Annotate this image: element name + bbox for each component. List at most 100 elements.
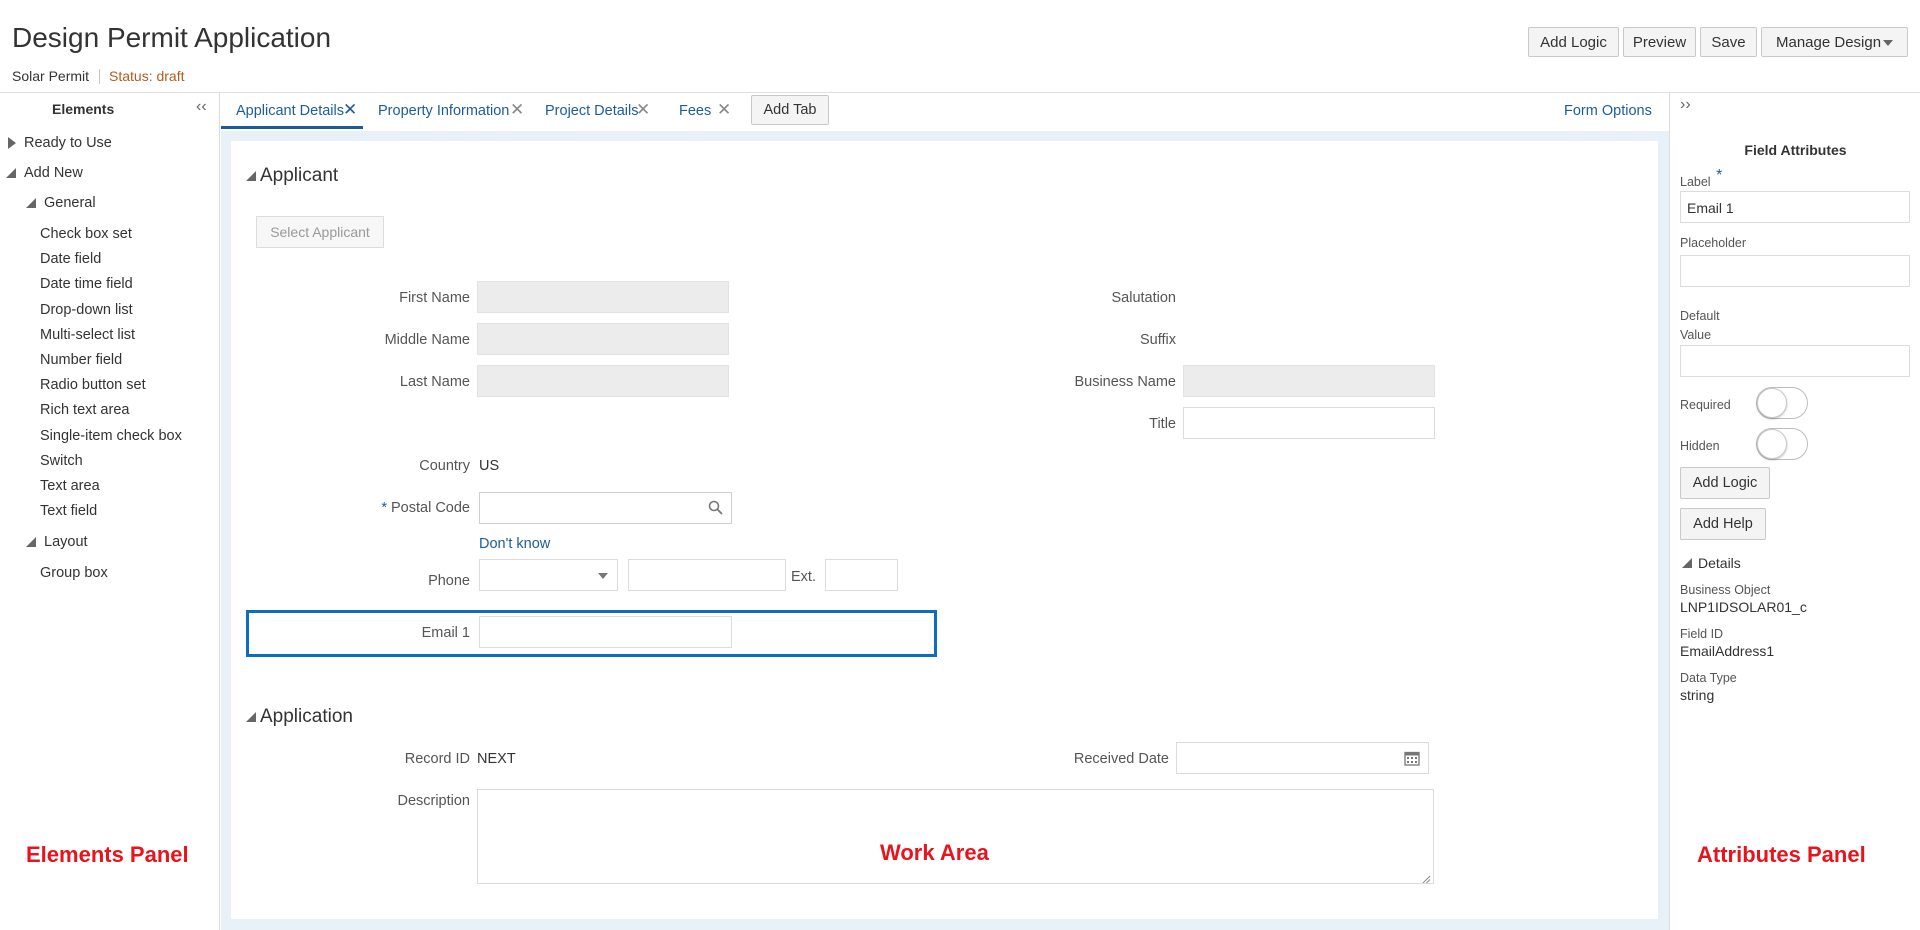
default-line-1: Default — [1680, 309, 1720, 323]
status-badge: Status: draft — [109, 68, 185, 84]
business-name-field[interactable] — [1183, 365, 1435, 397]
data-type-label: Data Type — [1680, 671, 1737, 685]
form-options-link[interactable]: Form Options — [1564, 103, 1652, 119]
last-name-field[interactable] — [477, 365, 729, 397]
email1-selected-container[interactable]: Email 1 — [246, 610, 937, 657]
element-date-field[interactable]: Date field — [40, 251, 101, 267]
add-logic-button[interactable]: Add Logic — [1528, 27, 1619, 57]
attr-default-value-input[interactable] — [1680, 345, 1910, 377]
tree-label: General — [44, 195, 96, 211]
elements-panel: Elements ‹‹ Ready to Use Add New General… — [0, 93, 220, 930]
tab-applicant-details[interactable]: Applicant Details ✕ — [221, 93, 363, 129]
chevron-down-icon — [598, 573, 608, 579]
save-button[interactable]: Save — [1700, 27, 1757, 57]
element-switch[interactable]: Switch — [40, 453, 83, 469]
required-toggle[interactable] — [1756, 387, 1808, 419]
attr-placeholder-label: Placeholder — [1680, 236, 1747, 250]
tab-fees[interactable]: Fees ✕ — [679, 93, 749, 129]
tree-label: Ready to Use — [24, 135, 112, 151]
attr-add-help-button[interactable]: Add Help — [1680, 508, 1766, 540]
element-text-area[interactable]: Text area — [40, 478, 100, 494]
close-icon[interactable]: ✕ — [636, 100, 650, 120]
required-mark: * — [381, 500, 387, 516]
field-id-value: EmailAddress1 — [1680, 643, 1775, 659]
close-icon[interactable]: ✕ — [717, 100, 731, 120]
close-icon[interactable]: ✕ — [510, 100, 524, 120]
field-id-label: Field ID — [1680, 627, 1724, 641]
tab-bar: Applicant Details ✕ Property Information… — [221, 93, 1669, 131]
close-icon[interactable]: ✕ — [343, 100, 357, 120]
tree-layout[interactable]: Layout — [26, 534, 88, 550]
calendar-icon[interactable] — [1404, 750, 1420, 766]
tree-ready-to-use[interactable]: Ready to Use — [8, 135, 112, 151]
ext-input[interactable] — [825, 559, 898, 591]
attr-details-header[interactable]: Details — [1682, 555, 1741, 571]
manage-design-label: Manage Design — [1776, 33, 1882, 51]
tab-property-information[interactable]: Property Information ✕ — [378, 93, 538, 129]
tree-add-new[interactable]: Add New — [6, 165, 83, 181]
section-title: Application — [260, 706, 353, 727]
received-date-input[interactable] — [1176, 742, 1429, 774]
details-title: Details — [1698, 555, 1741, 571]
email1-label: Email 1 — [421, 625, 470, 641]
element-multi-select-list[interactable]: Multi-select list — [40, 327, 135, 343]
select-applicant-button[interactable]: Select Applicant — [256, 216, 384, 248]
tree-label: Add New — [24, 165, 83, 181]
chevron-down-icon — [1883, 40, 1893, 46]
salutation-label: Salutation — [1111, 290, 1177, 306]
attr-placeholder-input[interactable] — [1680, 255, 1910, 287]
attr-add-logic-button[interactable]: Add Logic — [1680, 467, 1770, 499]
subtitle-divider — [99, 69, 100, 84]
preview-button[interactable]: Preview — [1623, 27, 1696, 57]
element-rich-text-area[interactable]: Rich text area — [40, 402, 129, 418]
page-title: Design Permit Application — [12, 22, 332, 53]
suffix-label: Suffix — [1139, 332, 1176, 348]
element-text-field[interactable]: Text field — [40, 503, 97, 519]
application-section-header[interactable]: Application — [246, 706, 353, 728]
toggle-knob — [1757, 388, 1787, 418]
annotation-work-area: Work Area — [880, 840, 989, 865]
phone-country-select[interactable] — [479, 559, 618, 591]
country-label: Country — [419, 458, 470, 474]
element-radio-button-set[interactable]: Radio button set — [40, 377, 146, 393]
work-area: Applicant Select Applicant First Name Mi… — [231, 141, 1658, 919]
caret-down-icon — [6, 168, 16, 178]
phone-label: Phone — [428, 573, 470, 589]
caret-down-icon — [26, 198, 36, 208]
manage-design-button[interactable]: Manage Design — [1761, 27, 1908, 57]
hidden-toggle[interactable] — [1756, 428, 1808, 460]
postal-code-input[interactable] — [479, 492, 732, 524]
collapse-left-icon[interactable]: ‹‹ — [196, 98, 207, 116]
middle-name-field[interactable] — [477, 323, 729, 355]
expand-right-icon[interactable]: ›› — [1680, 96, 1691, 114]
email1-input[interactable] — [479, 616, 732, 648]
tab-label: Fees — [679, 103, 712, 119]
phone-number-input[interactable] — [628, 559, 786, 591]
applicant-section-header[interactable]: Applicant — [246, 165, 338, 187]
element-date-time-field[interactable]: Date time field — [40, 276, 133, 292]
add-tab-button[interactable]: Add Tab — [751, 95, 829, 125]
received-date-label: Received Date — [1073, 751, 1169, 767]
tab-label: Project Details — [545, 103, 639, 119]
element-drop-down-list[interactable]: Drop-down list — [40, 302, 133, 318]
element-single-item-check-box[interactable]: Single-item check box — [40, 428, 182, 444]
attr-default-value-label: Default Value — [1680, 307, 1720, 345]
tab-project-details[interactable]: Project Details ✕ — [545, 93, 655, 129]
element-number-field[interactable]: Number field — [40, 352, 122, 368]
resize-handle-icon[interactable] — [1421, 871, 1431, 884]
title-field[interactable] — [1183, 407, 1435, 439]
ext-label: Ext. — [791, 569, 816, 585]
first-name-field[interactable] — [477, 281, 729, 313]
caret-down-icon — [246, 712, 256, 722]
caret-down-icon — [1682, 558, 1692, 568]
attr-label-text: Label — [1680, 175, 1711, 189]
dont-know-link[interactable]: Don't know — [479, 536, 550, 552]
description-textarea[interactable] — [477, 789, 1434, 884]
search-icon[interactable] — [707, 499, 725, 517]
element-group-box[interactable]: Group box — [40, 565, 108, 581]
elements-panel-title: Elements — [52, 101, 115, 117]
attr-label-input[interactable]: Email 1 — [1680, 191, 1910, 223]
tree-general[interactable]: General — [26, 195, 96, 211]
attributes-panel: ›› Field Attributes Label * Email 1 Plac… — [1669, 93, 1920, 930]
element-check-box-set[interactable]: Check box set — [40, 226, 132, 242]
